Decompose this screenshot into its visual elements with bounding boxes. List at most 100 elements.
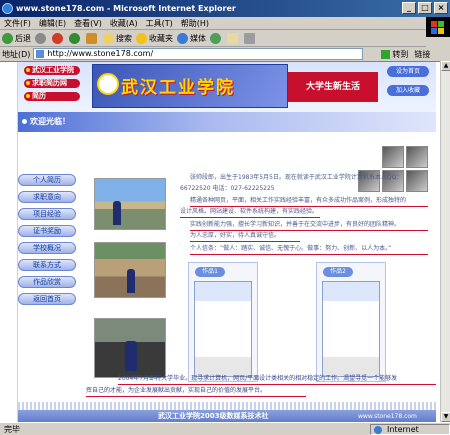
media-button[interactable]: 媒体 <box>177 32 206 44</box>
history-icon <box>210 32 221 44</box>
work-tag-1: 作品1 <box>195 267 225 277</box>
media-label: 媒体 <box>190 33 206 43</box>
side-menu-home[interactable]: 返回首页 <box>18 293 76 305</box>
go-label: 转到 <box>392 49 409 59</box>
scroll-up-button[interactable]: ▲ <box>441 61 450 71</box>
intro-line-6: 为人忠厚，好实，待人真诚守信。 <box>190 230 300 242</box>
zone-label: Internet <box>387 424 419 434</box>
media-icon <box>177 32 188 44</box>
site-banner: 武汉工业学院 求职简历网 简历 武汉工业学院 大学生新生活 设为首页 加入收藏 <box>18 62 436 112</box>
maximize-button[interactable]: □ <box>418 2 432 14</box>
favorites-button[interactable]: 收藏夹 <box>136 32 173 44</box>
favorites-label: 收藏夹 <box>149 33 173 43</box>
links-button[interactable]: 链接 <box>414 49 430 60</box>
school-emblem-icon <box>97 73 119 95</box>
ie-icon <box>2 3 13 14</box>
left-decor-strip <box>0 62 18 422</box>
standard-toolbar: 后退 搜索 收藏夹 媒体 <box>0 30 426 47</box>
refresh-icon <box>69 32 80 44</box>
page-icon <box>36 50 45 58</box>
nav-label: 欢迎光临！ <box>30 117 70 126</box>
side-menu-contact[interactable]: 联系方式 <box>18 259 76 271</box>
person-figure <box>127 269 135 293</box>
banner-title-box: 武汉工业学院 <box>92 64 288 108</box>
history-button[interactable] <box>210 32 223 44</box>
scroll-down-button[interactable]: ▼ <box>441 412 450 422</box>
search-button[interactable]: 搜索 <box>103 32 132 44</box>
back-label: 后退 <box>15 33 31 43</box>
security-zone: Internet <box>370 423 450 435</box>
menu-help[interactable]: 帮助(H) <box>181 18 209 29</box>
go-arrow-icon <box>381 49 391 59</box>
side-menu-intent[interactable]: 求职意向 <box>18 191 76 203</box>
menu-favorites[interactable]: 收藏(A) <box>110 18 138 29</box>
window-title-bar: www.stone178.com - Microsoft Internet Ex… <box>0 0 450 17</box>
stop-icon <box>52 32 63 44</box>
menu-bar: 文件(F) 编辑(E) 查看(V) 收藏(A) 工具(T) 帮助(H) <box>0 17 450 30</box>
bottom-line-1: 2004年7月即将大学毕业。现寻求计算机，网页/平面设计类相关的相对稳定的工作。… <box>118 373 436 385</box>
thumbnail-1 <box>382 146 404 168</box>
side-menu-works[interactable]: 作品欣赏 <box>18 276 76 288</box>
minimize-button[interactable]: _ <box>402 2 416 14</box>
stop-button[interactable] <box>52 32 65 44</box>
page-footer: 武汉工业学院2003级数媒系技术社 www.stone178.com <box>18 410 436 422</box>
intro-line-4: 设计风格。网站建设、软件系统构建，有实践经验。 <box>180 206 320 218</box>
banner-badge-1[interactable]: 武汉工业学院 <box>24 66 80 75</box>
add-favorite-button[interactable]: 加入收藏 <box>387 85 429 96</box>
banner-badge-2[interactable]: 求职简历网 <box>24 79 80 88</box>
set-homepage-button[interactable]: 设为首页 <box>387 66 429 77</box>
menu-view[interactable]: 查看(V) <box>74 18 102 29</box>
print-button[interactable] <box>244 32 257 44</box>
address-label: 地址(D) <box>2 49 31 59</box>
intro-line-2: 66722520 电话：027-62225225 <box>180 185 275 192</box>
footer-url[interactable]: www.stone178.com <box>358 410 417 422</box>
home-icon <box>86 32 97 44</box>
work-card-2[interactable]: 作品2 <box>316 262 386 382</box>
work-screenshot-1 <box>194 281 252 377</box>
printer-icon <box>244 32 255 44</box>
side-menu-resume[interactable]: 个人简历 <box>18 174 76 186</box>
mail-button[interactable] <box>227 32 240 44</box>
nav-bar: 欢迎光临！ <box>18 112 436 132</box>
banner-badges: 武汉工业学院 求职简历网 简历 <box>24 62 86 110</box>
star-icon <box>136 32 147 44</box>
person-figure <box>125 341 137 371</box>
address-input[interactable]: http://www.stone178.com/ <box>33 48 364 60</box>
back-button[interactable]: 后退 <box>2 32 31 44</box>
back-arrow-icon <box>2 32 13 44</box>
menu-file[interactable]: 文件(F) <box>4 18 31 29</box>
forward-button[interactable] <box>35 32 48 44</box>
work-tag-2: 作品2 <box>323 267 353 277</box>
address-bar: 地址(D) http://www.stone178.com/ 转到 链接 <box>0 47 450 61</box>
window-title: www.stone178.com - Microsoft Internet Ex… <box>16 4 236 13</box>
intro-line-7: 个人信条：“做人：踏实、诚信、无愧于心。做事：努力、创新、以人为本。” <box>190 243 428 255</box>
vertical-scrollbar[interactable]: ▲ ▼ <box>440 61 450 422</box>
banner-badge-3[interactable]: 简历 <box>24 92 80 101</box>
close-button[interactable]: × <box>434 2 448 14</box>
home-button[interactable] <box>86 32 99 44</box>
forward-arrow-icon <box>35 32 46 44</box>
profile-photo-1 <box>94 178 166 230</box>
side-menu-awards[interactable]: 证书奖励 <box>18 225 76 237</box>
search-icon <box>103 32 114 44</box>
menu-tools[interactable]: 工具(T) <box>146 18 173 29</box>
globe-icon <box>374 425 382 434</box>
bullet-icon <box>22 119 27 124</box>
bottom-line-2: 挥自己的才能，为企业发展献出贡献，实现自己的价值的发展平台。 <box>86 385 306 397</box>
footer-hatch-decor <box>18 402 436 410</box>
banner-right-buttons: 设为首页 加入收藏 <box>380 62 436 112</box>
go-button[interactable]: 转到 <box>381 49 408 60</box>
status-text: 完毕 <box>4 424 20 434</box>
banner-slogan: 大学生新生活 <box>288 72 378 102</box>
banner-title: 武汉工业学院 <box>121 78 235 98</box>
refresh-button[interactable] <box>69 32 82 44</box>
menu-edit[interactable]: 编辑(E) <box>39 18 66 29</box>
search-label: 搜索 <box>116 33 132 43</box>
side-menu-school[interactable]: 学校概况 <box>18 242 76 254</box>
work-card-1[interactable]: 作品1 <box>188 262 258 382</box>
side-menu-projects[interactable]: 项目经验 <box>18 208 76 220</box>
person-figure <box>113 201 121 225</box>
status-bar: 完毕 Internet <box>0 422 450 435</box>
address-url: http://www.stone178.com/ <box>47 49 154 58</box>
intro-line-1: 张帅段郎，出生于1983年5月5日。现在就读于武汉工业学院计算机系本人QQ： <box>190 174 403 181</box>
